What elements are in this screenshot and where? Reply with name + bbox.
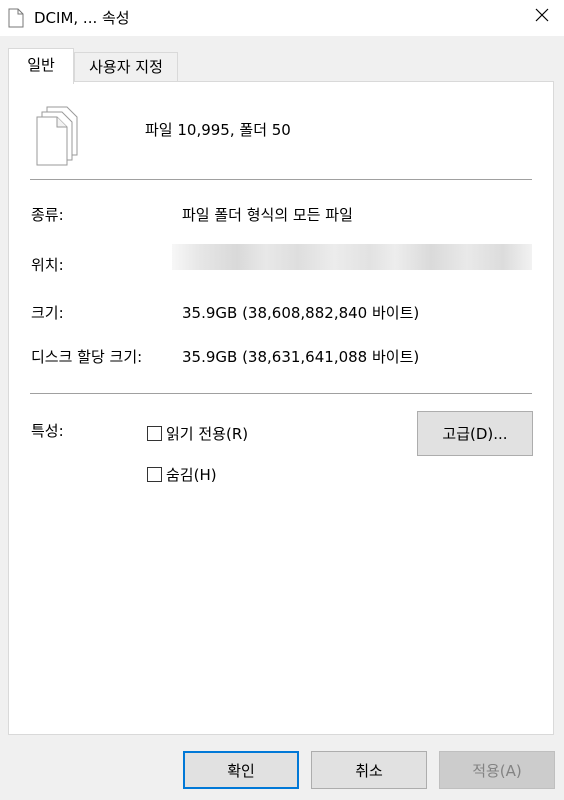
document-icon bbox=[8, 8, 24, 28]
cancel-button[interactable]: 취소 bbox=[311, 751, 427, 789]
window-title: DCIM, ... 속성 bbox=[34, 9, 130, 27]
advanced-button[interactable]: 고급(D)... bbox=[417, 411, 533, 456]
location-value-redacted bbox=[172, 244, 532, 270]
hidden-label: 숨김(H) bbox=[166, 466, 217, 484]
size-on-disk-value: 35.9GB (38,631,641,088 바이트) bbox=[182, 348, 420, 366]
advanced-button-label: 고급(D)... bbox=[442, 425, 508, 443]
location-label: 위치: bbox=[31, 256, 64, 274]
apply-button: 적용(A) bbox=[439, 751, 555, 789]
tab-general-label: 일반 bbox=[27, 56, 55, 74]
size-value: 35.9GB (38,608,882,840 바이트) bbox=[182, 304, 420, 322]
separator bbox=[30, 179, 532, 180]
tab-general[interactable]: 일반 bbox=[8, 48, 74, 84]
tab-customize[interactable]: 사용자 지정 bbox=[74, 52, 178, 82]
item-count-summary: 파일 10,995, 폴더 50 bbox=[145, 121, 291, 139]
close-button[interactable] bbox=[520, 0, 564, 32]
ok-button[interactable]: 확인 bbox=[183, 751, 299, 789]
multiple-files-icon bbox=[33, 106, 79, 172]
size-label: 크기: bbox=[31, 304, 64, 322]
readonly-checkbox[interactable] bbox=[147, 426, 162, 441]
type-label: 종류: bbox=[31, 206, 64, 224]
hidden-checkbox-row[interactable]: 숨김(H) bbox=[147, 464, 217, 485]
general-panel: 파일 10,995, 폴더 50 종류: 파일 폴더 형식의 모든 파일 위치:… bbox=[8, 81, 554, 735]
readonly-checkbox-row[interactable]: 읽기 전용(R) bbox=[147, 423, 248, 444]
attributes-label: 특성: bbox=[31, 422, 64, 440]
separator bbox=[30, 393, 532, 394]
hidden-checkbox[interactable] bbox=[147, 467, 162, 482]
title-bar: DCIM, ... 속성 bbox=[0, 0, 564, 36]
close-icon bbox=[535, 7, 549, 26]
size-on-disk-label: 디스크 할당 크기: bbox=[31, 348, 143, 366]
ok-button-label: 확인 bbox=[227, 761, 255, 780]
tab-customize-label: 사용자 지정 bbox=[89, 58, 163, 76]
apply-button-label: 적용(A) bbox=[472, 761, 522, 780]
type-value: 파일 폴더 형식의 모든 파일 bbox=[182, 206, 353, 224]
readonly-label: 읽기 전용(R) bbox=[166, 425, 249, 443]
cancel-button-label: 취소 bbox=[355, 761, 383, 780]
